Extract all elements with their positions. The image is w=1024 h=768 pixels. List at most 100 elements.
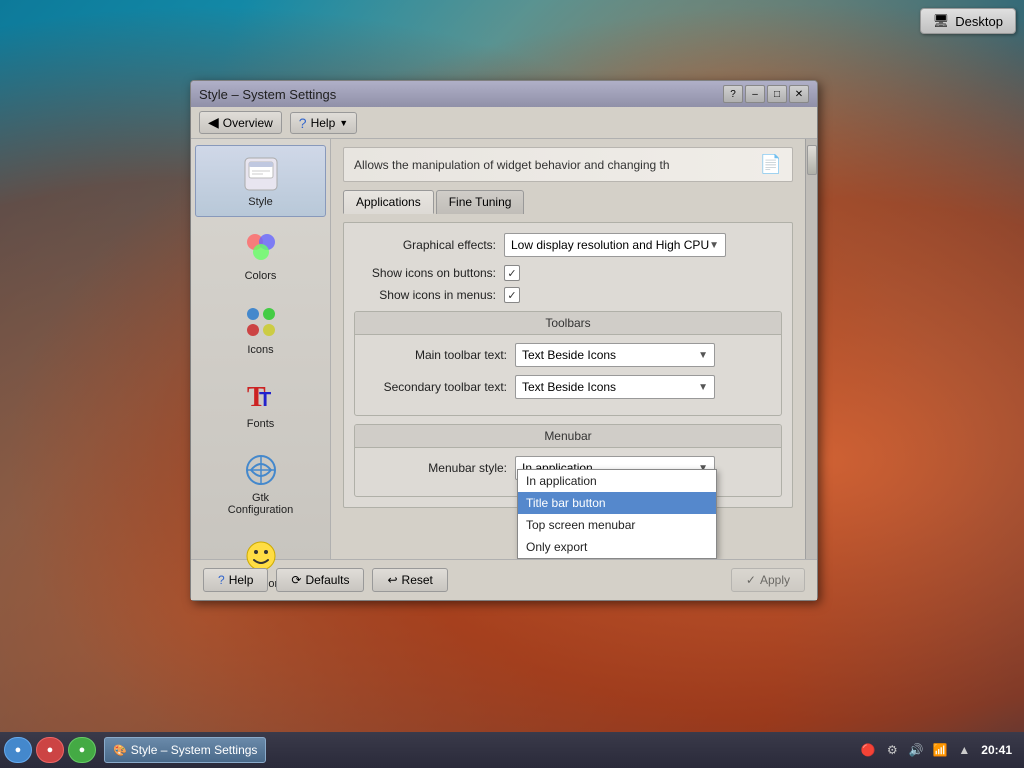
menubar-style-dropdown[interactable]: In application Title bar button Top scre… <box>517 469 717 559</box>
tray-arrow[interactable]: ▲ <box>955 741 973 759</box>
help-toolbar-button[interactable]: ? Help ▼ <box>290 112 357 134</box>
graphical-effects-value: Low display resolution and High CPU <box>511 238 709 252</box>
icons-icon <box>241 302 281 342</box>
maximize-button[interactable]: □ <box>767 85 787 103</box>
show-icons-menus-row: Show icons in menus: <box>354 287 782 303</box>
description-bar: Allows the manipulation of widget behavi… <box>343 147 793 182</box>
tray-icon-4[interactable]: 📶 <box>931 741 949 759</box>
main-toolbar-arrow: ▼ <box>698 350 708 361</box>
defaults-button[interactable]: ⟳ Defaults <box>276 568 364 592</box>
dropdown-item-only-export[interactable]: Only export <box>518 536 716 558</box>
reset-label: Reset <box>402 573 433 587</box>
secondary-toolbar-row: Secondary toolbar text: Text Beside Icon… <box>365 375 771 399</box>
show-icons-buttons-row: Show icons on buttons: <box>354 265 782 281</box>
start-btn-3[interactable]: ● <box>68 737 96 763</box>
fonts-icon: T T <box>241 376 281 416</box>
help-icon: ? <box>299 115 307 131</box>
dropdown-item-title-bar-button[interactable]: Title bar button <box>518 492 716 514</box>
graphical-effects-label: Graphical effects: <box>354 238 504 252</box>
taskbar-app-label: Style – System Settings <box>131 743 258 757</box>
main-toolbar-row: Main toolbar text: Text Beside Icons ▼ <box>365 343 771 367</box>
sidebar-item-colors[interactable]: Colors <box>195 219 326 291</box>
dialog-toolbar: ◀ Overview ? Help ▼ <box>191 107 817 139</box>
menubar-style-label: Menubar style: <box>365 461 515 475</box>
main-toolbar-select[interactable]: Text Beside Icons ▼ <box>515 343 715 367</box>
help-bottom-icon: ? <box>218 573 225 587</box>
show-icons-buttons-checkbox[interactable] <box>504 265 520 281</box>
tab-applications[interactable]: Applications <box>343 190 434 214</box>
taskbar-app-icon: 🎨 <box>113 744 127 757</box>
show-icons-menus-checkbox[interactable] <box>504 287 520 303</box>
colors-icon <box>241 228 281 268</box>
overview-icon: ◀ <box>208 114 219 131</box>
sidebar-item-fonts[interactable]: T T Fonts <box>195 367 326 439</box>
tray-icon-2[interactable]: ⚙ <box>883 741 901 759</box>
close-button[interactable]: ✕ <box>789 85 809 103</box>
style-icon <box>241 154 281 194</box>
secondary-toolbar-arrow: ▼ <box>698 382 708 393</box>
defaults-icon: ⟳ <box>291 573 301 587</box>
graphical-effects-arrow: ▼ <box>709 240 719 251</box>
sidebar-item-gtk-configuration[interactable]: Gtk Configuration <box>195 441 326 525</box>
toolbars-title: Toolbars <box>355 312 781 335</box>
fonts-label: Fonts <box>247 418 275 430</box>
dropdown-item-in-application[interactable]: In application <box>518 470 716 492</box>
sidebar-item-icons[interactable]: Icons <box>195 293 326 365</box>
tray-icon-3[interactable]: 🔊 <box>907 741 925 759</box>
start-btn-1[interactable]: ● <box>4 737 32 763</box>
start-btn-2[interactable]: ● <box>36 737 64 763</box>
apply-button[interactable]: ✓ Apply <box>731 568 805 592</box>
dialog-titlebar: Style – System Settings ? – □ ✕ <box>191 81 817 107</box>
scroll-thumb[interactable] <box>807 145 817 175</box>
reset-button[interactable]: ↩ Reset <box>372 568 447 592</box>
help-ctrl-button[interactable]: ? <box>723 85 743 103</box>
description-text: Allows the manipulation of widget behavi… <box>354 158 670 172</box>
style-label: Style <box>248 196 272 208</box>
secondary-toolbar-value: Text Beside Icons <box>522 380 616 394</box>
main-toolbar-label: Main toolbar text: <box>365 348 515 362</box>
dropdown-item-top-screen-menubar[interactable]: Top screen menubar <box>518 514 716 536</box>
sidebar-item-style[interactable]: Style <box>195 145 326 217</box>
graphical-effects-row: Graphical effects: Low display resolutio… <box>354 233 782 257</box>
main-settings-panel: Allows the manipulation of widget behavi… <box>331 139 805 559</box>
scrollbar[interactable] <box>805 139 817 559</box>
secondary-toolbar-label: Secondary toolbar text: <box>365 380 515 394</box>
main-toolbar-value: Text Beside Icons <box>522 348 616 362</box>
apply-icon: ✓ <box>746 573 756 587</box>
graphical-effects-select[interactable]: Low display resolution and High CPU ▼ <box>504 233 726 257</box>
tray-icon-1[interactable]: 🔴 <box>859 741 877 759</box>
gtk-icon <box>241 450 281 490</box>
start-area: ● ● ● <box>4 737 96 763</box>
taskbar-right: 🔴 ⚙ 🔊 📶 ▲ 20:41 <box>859 741 1020 759</box>
show-icons-buttons-label: Show icons on buttons: <box>354 266 504 280</box>
dialog-title: Style – System Settings <box>199 87 336 102</box>
settings-sidebar: Style Colors <box>191 139 331 559</box>
apply-label: Apply <box>760 573 790 587</box>
svg-text:T: T <box>259 389 271 411</box>
toolbars-section: Toolbars Main toolbar text: Text Beside … <box>354 311 782 416</box>
defaults-label: Defaults <box>305 573 349 587</box>
taskbar: ● ● ● 🎨 Style – System Settings 🔴 ⚙ 🔊 📶 … <box>0 732 1024 768</box>
description-icon: 📄 <box>760 154 782 175</box>
help-label: Help <box>311 116 336 130</box>
overview-label: Overview <box>223 116 273 130</box>
dialog-controls: ? – □ ✕ <box>723 85 809 103</box>
menubar-title: Menubar <box>355 425 781 448</box>
show-icons-menus-label: Show icons in menus: <box>354 288 504 302</box>
reset-icon: ↩ <box>387 573 397 587</box>
colors-label: Colors <box>245 270 277 282</box>
help-chevron: ▼ <box>339 118 348 128</box>
tab-fine-tuning[interactable]: Fine Tuning <box>436 190 525 214</box>
help-bottom-label: Help <box>229 573 254 587</box>
secondary-toolbar-select[interactable]: Text Beside Icons ▼ <box>515 375 715 399</box>
desktop-button[interactable]: 🖥 Desktop <box>920 8 1016 34</box>
taskbar-time: 20:41 <box>981 743 1012 757</box>
gtk-label: Gtk Configuration <box>228 492 293 516</box>
content-tabs: Applications Fine Tuning <box>343 190 793 214</box>
taskbar-app-button[interactable]: 🎨 Style – System Settings <box>104 737 266 763</box>
desktop-icon: 🖥 <box>933 13 950 29</box>
overview-button[interactable]: ◀ Overview <box>199 111 282 134</box>
applications-settings-panel: Graphical effects: Low display resolutio… <box>343 222 793 508</box>
help-bottom-button[interactable]: ? Help <box>203 568 268 592</box>
minimize-button[interactable]: – <box>745 85 765 103</box>
